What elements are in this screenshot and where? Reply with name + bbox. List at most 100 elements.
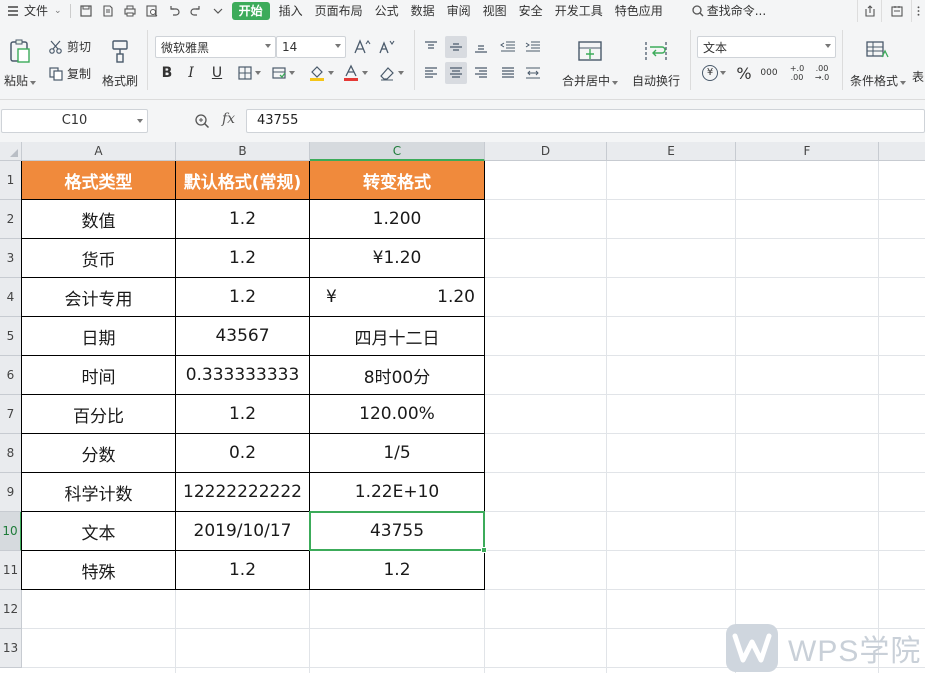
clear-format-button[interactable] — [376, 62, 406, 84]
tab-page-layout[interactable]: 页面布局 — [309, 0, 369, 22]
underline-button[interactable]: U — [206, 62, 228, 84]
cell-c9[interactable]: 1.22E+10 — [310, 473, 484, 511]
fill-color-button[interactable] — [306, 62, 336, 84]
find-icon[interactable] — [141, 0, 163, 22]
column-header-d[interactable]: D — [485, 142, 607, 161]
distribute-button[interactable] — [522, 62, 544, 84]
cell-c4[interactable]: ¥1.20 — [310, 278, 484, 316]
cell-c11[interactable]: 1.2 — [310, 551, 484, 589]
cell-c10[interactable]: 43755 — [310, 512, 484, 550]
font-name-select[interactable]: 微软雅黑 — [155, 36, 276, 58]
hamburger-menu-icon[interactable] — [4, 0, 22, 22]
file-menu[interactable]: 文件 — [22, 0, 54, 22]
align-bottom-button[interactable] — [470, 36, 492, 58]
column-header-c[interactable]: C — [310, 142, 485, 161]
wrap-text-button[interactable]: 自动换行 — [632, 36, 680, 89]
align-right-button[interactable] — [470, 62, 492, 84]
more-options-icon[interactable] — [911, 0, 925, 22]
cell-b6[interactable]: 0.333333333 — [176, 356, 309, 394]
table-style-button[interactable]: 表 — [912, 68, 924, 85]
command-search[interactable]: 查找命令... — [691, 0, 772, 22]
row-header-13[interactable]: 13 — [0, 629, 22, 668]
thousands-separator-button[interactable]: 000 — [758, 62, 780, 84]
cell-a7[interactable]: 百分比 — [22, 395, 175, 433]
undo-icon[interactable] — [163, 0, 185, 22]
tab-view[interactable]: 视图 — [477, 0, 513, 22]
cell-a3[interactable]: 货币 — [22, 239, 175, 277]
decrease-indent-button[interactable] — [497, 36, 519, 58]
row-header-10[interactable]: 10 — [0, 512, 22, 551]
cell-b10[interactable]: 2019/10/17 — [176, 512, 309, 550]
increase-font-size-button[interactable] — [351, 36, 373, 58]
row-header-11[interactable]: 11 — [0, 551, 22, 590]
cut-button[interactable]: 剪切 — [48, 38, 91, 55]
row-header-6[interactable]: 6 — [0, 356, 22, 395]
currency-format-button[interactable]: ¥ — [700, 62, 728, 84]
align-center-button[interactable] — [445, 62, 467, 84]
merge-center-button[interactable]: 合并居中 — [562, 36, 619, 89]
cell-c5[interactable]: 四月十二日 — [310, 317, 484, 355]
bold-button[interactable]: B — [156, 62, 178, 84]
save-icon[interactable] — [75, 0, 97, 22]
cell-a6[interactable]: 时间 — [22, 356, 175, 394]
cell-a5[interactable]: 日期 — [22, 317, 175, 355]
column-header-b[interactable]: B — [176, 142, 310, 161]
insert-function-button[interactable]: fx — [222, 111, 235, 127]
cell-b2[interactable]: 1.2 — [176, 200, 309, 238]
row-header-12[interactable]: 12 — [0, 590, 22, 629]
tab-review[interactable]: 审阅 — [441, 0, 477, 22]
column-header-e[interactable]: E — [607, 142, 736, 161]
row-header-8[interactable]: 8 — [0, 434, 22, 473]
conditional-format-button[interactable]: 条件格式 — [850, 36, 907, 89]
cell-b5[interactable]: 43567 — [176, 317, 309, 355]
number-format-select[interactable]: 文本 — [697, 36, 836, 58]
cell-c7[interactable]: 120.00% — [310, 395, 484, 433]
row-header-2[interactable]: 2 — [0, 200, 22, 239]
cell-style-button[interactable] — [268, 62, 298, 84]
select-all-button[interactable] — [0, 142, 22, 161]
zoom-icon[interactable] — [194, 113, 210, 132]
cell-a4[interactable]: 会计专用 — [22, 278, 175, 316]
share-icon[interactable] — [857, 0, 881, 22]
decrease-font-size-button[interactable] — [376, 36, 398, 58]
cell-a8[interactable]: 分数 — [22, 434, 175, 472]
justify-button[interactable] — [497, 62, 519, 84]
increase-indent-button[interactable] — [522, 36, 544, 58]
column-header-f[interactable]: F — [736, 142, 879, 161]
format-painter-button[interactable]: 格式刷 — [102, 36, 138, 89]
fill-handle[interactable] — [481, 547, 487, 553]
tab-home[interactable]: 开始 — [231, 2, 270, 20]
cell-c6[interactable]: 8时00分 — [310, 356, 484, 394]
copy-button[interactable]: 复制 — [48, 65, 91, 82]
header-cell-c[interactable]: 转变格式 — [310, 161, 484, 199]
decrease-decimal-button[interactable]: .00 →.0 — [811, 62, 833, 84]
cell-a9[interactable]: 科学计数 — [22, 473, 175, 511]
name-box[interactable]: C10 — [1, 109, 148, 133]
increase-decimal-button[interactable]: +.0 .00 — [786, 62, 808, 84]
cell-b7[interactable]: 1.2 — [176, 395, 309, 433]
cell-a10[interactable]: 文本 — [22, 512, 175, 550]
cell-b3[interactable]: 1.2 — [176, 239, 309, 277]
cell-c3[interactable]: ¥1.20 — [310, 239, 484, 277]
percent-format-button[interactable]: % — [733, 62, 755, 84]
tab-insert[interactable]: 插入 — [273, 0, 309, 22]
print-preview-icon[interactable] — [97, 0, 119, 22]
tab-formulas[interactable]: 公式 — [369, 0, 405, 22]
row-header-1[interactable]: 1 — [0, 161, 22, 200]
cell-a11[interactable]: 特殊 — [22, 551, 175, 589]
align-left-button[interactable] — [420, 62, 442, 84]
header-cell-a[interactable]: 格式类型 — [22, 161, 175, 199]
cell-b4[interactable]: 1.2 — [176, 278, 309, 316]
tab-special-apps[interactable]: 特色应用 — [609, 0, 669, 22]
align-top-button[interactable] — [420, 36, 442, 58]
italic-button[interactable]: I — [180, 62, 202, 84]
paste-button[interactable]: 粘贴 — [4, 36, 37, 89]
cell-b9[interactable]: 12222222222 — [176, 473, 309, 511]
cell-b8[interactable]: 0.2 — [176, 434, 309, 472]
column-header-a[interactable]: A — [22, 142, 176, 161]
row-header-5[interactable]: 5 — [0, 317, 22, 356]
row-header-4[interactable]: 4 — [0, 278, 22, 317]
align-middle-button[interactable] — [445, 36, 467, 58]
row-header-3[interactable]: 3 — [0, 239, 22, 278]
cell-b11[interactable]: 1.2 — [176, 551, 309, 589]
